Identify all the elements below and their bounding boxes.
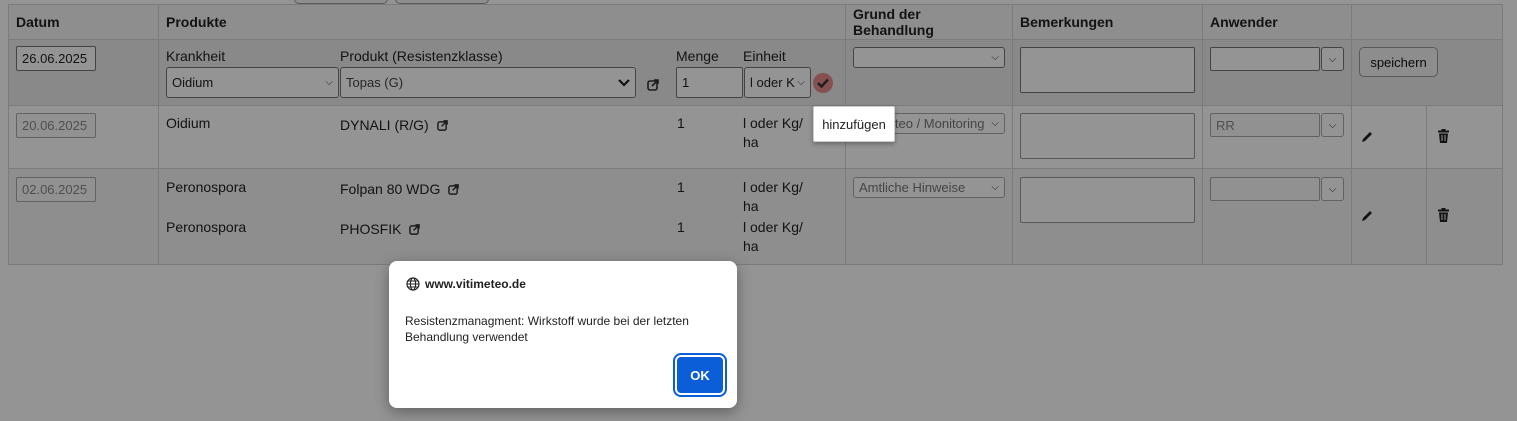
dialog-message: Resistenzmanagment: Wirkstoff wurde bei … bbox=[405, 314, 689, 344]
dialog-site: www.vitimeteo.de bbox=[406, 277, 526, 291]
add-tooltip: hinzufügen bbox=[813, 106, 895, 142]
globe-icon bbox=[406, 277, 420, 291]
alert-dialog: www.vitimeteo.de Resistenzmanagment: Wir… bbox=[389, 261, 737, 408]
ok-button[interactable]: OK bbox=[677, 357, 723, 393]
dialog-site-label: www.vitimeteo.de bbox=[425, 277, 526, 291]
modal-backdrop bbox=[0, 0, 1517, 421]
